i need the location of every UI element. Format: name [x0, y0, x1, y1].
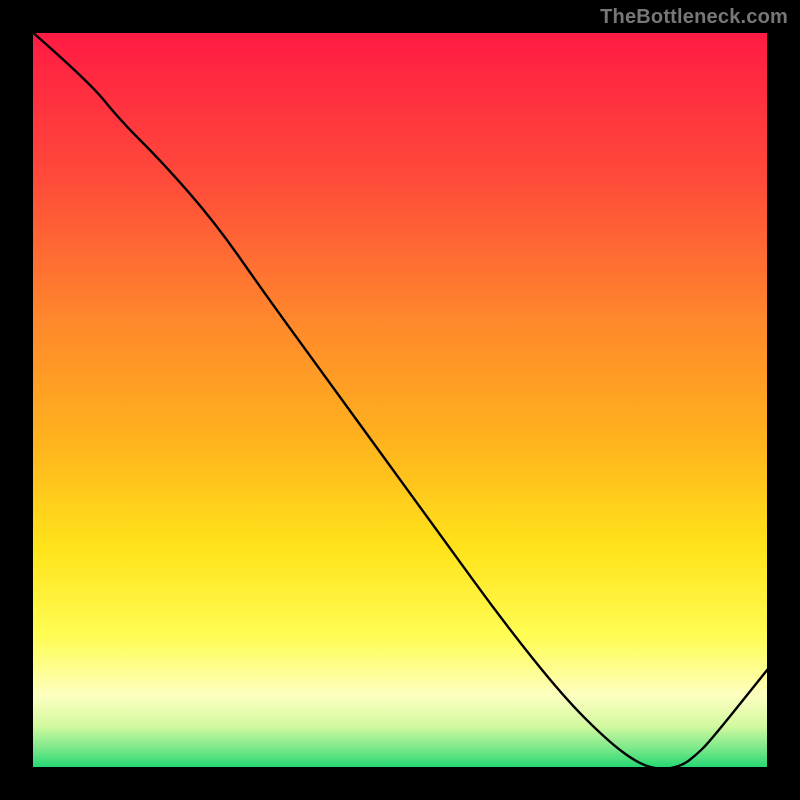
- chart-container: TheBottleneck.com: [0, 0, 800, 800]
- watermark-text: TheBottleneck.com: [600, 6, 788, 29]
- chart-svg: [0, 0, 800, 800]
